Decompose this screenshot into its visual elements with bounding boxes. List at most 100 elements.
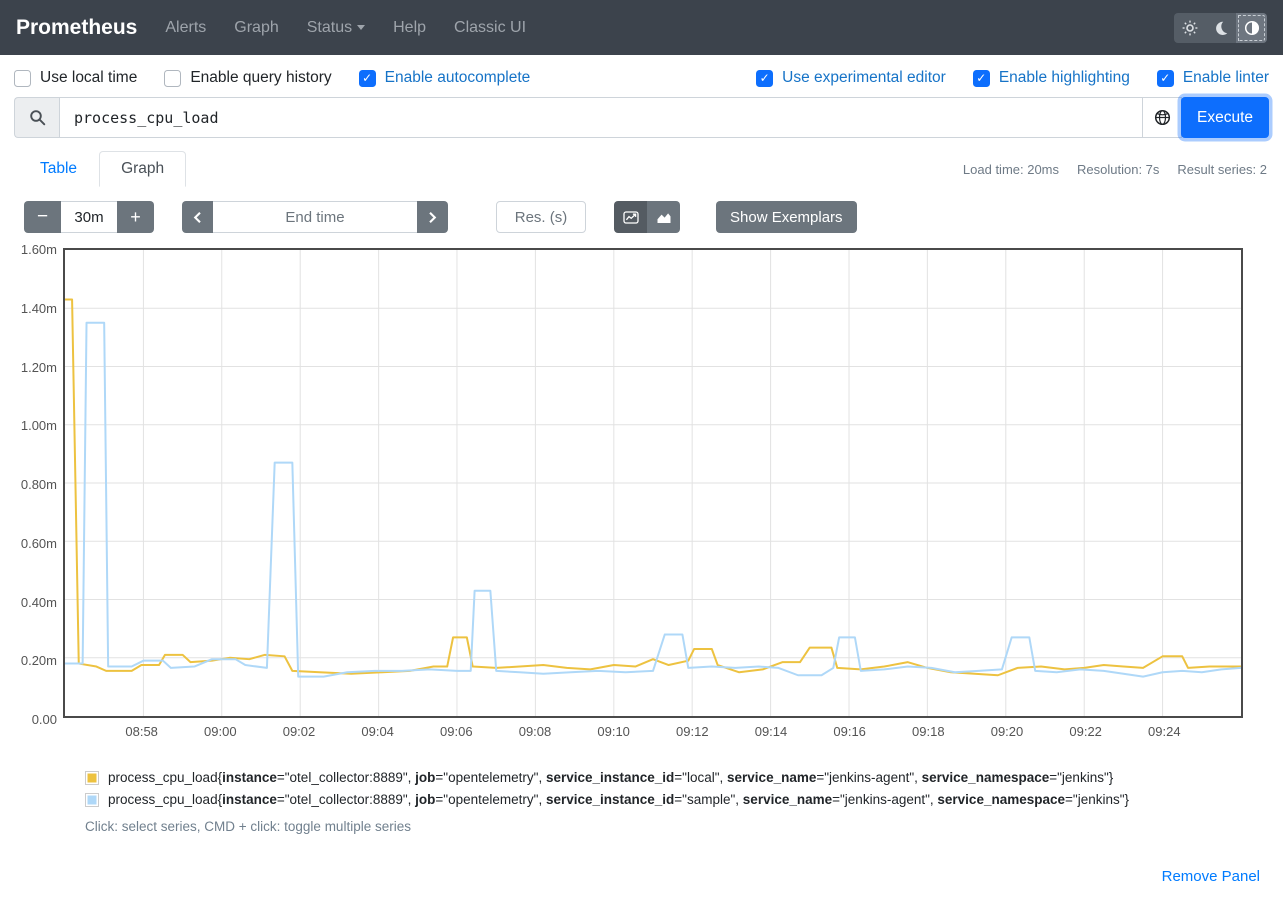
legend: process_cpu_load{instance="otel_collecto… bbox=[85, 770, 1283, 807]
x-tick-label: 09:18 bbox=[912, 724, 945, 739]
nav-links: AlertsGraphStatusHelpClassic UI bbox=[151, 19, 540, 37]
option-label: Enable linter bbox=[1183, 69, 1269, 87]
y-tick-label: 0.40m bbox=[2, 595, 57, 611]
x-tick-label: 09:02 bbox=[283, 724, 316, 739]
legend-series-label: process_cpu_load{instance="otel_collecto… bbox=[108, 770, 1113, 785]
graph-controls: − + Show Exempla bbox=[24, 201, 1283, 233]
legend-swatch-icon bbox=[85, 793, 99, 807]
area-chart-icon bbox=[656, 210, 672, 225]
nav-item-alerts[interactable]: Alerts bbox=[151, 19, 220, 37]
y-tick-label: 0.00 bbox=[2, 712, 57, 728]
option-use-local-time[interactable]: Use local time bbox=[14, 69, 137, 87]
x-tick-label: 09:04 bbox=[361, 724, 394, 739]
line-chart-icon bbox=[623, 210, 639, 225]
option-label: Use experimental editor bbox=[782, 69, 946, 87]
sun-icon bbox=[1182, 20, 1198, 36]
legend-item[interactable]: process_cpu_load{instance="otel_collecto… bbox=[85, 770, 1283, 785]
nav-item-status[interactable]: Status bbox=[293, 19, 379, 37]
end-time-input[interactable] bbox=[213, 201, 417, 233]
options-right: ✓ Use experimental editor ✓Enable highligh… bbox=[729, 69, 1269, 87]
auto-theme-button[interactable] bbox=[1236, 13, 1267, 43]
plot-area[interactable]: 0.000.20m0.40m0.60m0.80m1.00m1.20m1.40m1… bbox=[63, 248, 1243, 718]
end-time-group bbox=[182, 201, 448, 233]
option-use-experimental-editor[interactable]: ✓ Use experimental editor bbox=[756, 69, 946, 87]
legend-swatch-icon bbox=[85, 771, 99, 785]
option-enable-highlighting[interactable]: ✓Enable highlighting bbox=[973, 69, 1130, 87]
light-theme-button[interactable] bbox=[1174, 13, 1205, 43]
y-tick-label: 1.00m bbox=[2, 418, 57, 434]
legend-hint: Click: select series, CMD + click: toggl… bbox=[85, 819, 1283, 834]
dark-theme-button[interactable] bbox=[1205, 13, 1236, 43]
legend-series-label: process_cpu_load{instance="otel_collecto… bbox=[108, 792, 1129, 807]
execute-button[interactable]: Execute bbox=[1181, 97, 1269, 138]
options-bar: Use local timeEnable query history✓Enabl… bbox=[0, 55, 1283, 97]
checkbox-checked[interactable]: ✓ bbox=[756, 70, 773, 87]
x-tick-label: 08:58 bbox=[125, 724, 158, 739]
resolution-input[interactable] bbox=[496, 201, 586, 233]
dropdown-caret-icon bbox=[357, 25, 365, 30]
legend-item[interactable]: process_cpu_load{instance="otel_collecto… bbox=[85, 792, 1283, 807]
y-tick-label: 0.80m bbox=[2, 477, 57, 493]
checkbox-checked[interactable]: ✓ bbox=[973, 70, 990, 87]
x-tick-label: 09:24 bbox=[1148, 724, 1181, 739]
navbar: Prometheus AlertsGraphStatusHelpClassic … bbox=[0, 0, 1283, 55]
chevron-right-icon bbox=[428, 211, 437, 224]
range-input[interactable] bbox=[61, 201, 117, 233]
moon-icon bbox=[1213, 20, 1229, 36]
y-tick-label: 1.20m bbox=[2, 360, 57, 376]
tab-graph[interactable]: Graph bbox=[99, 151, 186, 187]
tab-table[interactable]: Table bbox=[18, 151, 99, 187]
search-addon bbox=[14, 97, 59, 138]
x-tick-label: 09:22 bbox=[1069, 724, 1102, 739]
range-decrease-button[interactable]: − bbox=[24, 201, 61, 233]
stat-item: Load time: 20ms bbox=[963, 162, 1059, 177]
x-axis-labels: 08:5809:0009:0209:0409:0609:0809:1009:12… bbox=[63, 724, 1243, 746]
show-exemplars-button[interactable]: Show Exemplars bbox=[716, 201, 857, 233]
theme-toggle-group bbox=[1174, 13, 1267, 43]
search-icon bbox=[29, 109, 46, 126]
globe-icon bbox=[1154, 109, 1171, 126]
x-tick-label: 09:10 bbox=[597, 724, 630, 739]
option-label: Enable autocomplete bbox=[385, 69, 531, 87]
nav-item-classic-ui[interactable]: Classic UI bbox=[440, 19, 540, 37]
y-tick-label: 1.60m bbox=[2, 242, 57, 258]
stat-item: Result series: 2 bbox=[1177, 162, 1267, 177]
x-tick-label: 09:16 bbox=[833, 724, 866, 739]
app-brand[interactable]: Prometheus bbox=[16, 16, 137, 40]
nav-item-help[interactable]: Help bbox=[379, 19, 440, 37]
x-tick-label: 09:06 bbox=[440, 724, 473, 739]
option-label: Use local time bbox=[40, 69, 137, 87]
range-group: − + bbox=[24, 201, 154, 233]
query-input[interactable] bbox=[59, 97, 1143, 138]
checkbox-checked[interactable]: ✓ bbox=[1157, 70, 1174, 87]
checkbox-checked[interactable]: ✓ bbox=[359, 70, 376, 87]
tabs-zone: Load time: 20msResolution: 7sResult seri… bbox=[0, 151, 1283, 187]
x-tick-label: 09:00 bbox=[204, 724, 237, 739]
chevron-left-icon bbox=[193, 211, 202, 224]
option-enable-autocomplete[interactable]: ✓ Enable autocomplete bbox=[359, 69, 531, 87]
chart-type-group bbox=[614, 201, 680, 233]
option-enable-linter[interactable]: ✓ Enable linter bbox=[1157, 69, 1269, 87]
x-tick-label: 09:14 bbox=[755, 724, 788, 739]
y-tick-label: 0.60m bbox=[2, 536, 57, 552]
circle-half-icon bbox=[1244, 20, 1260, 36]
stacked-chart-button[interactable] bbox=[647, 201, 680, 233]
nav-item-graph[interactable]: Graph bbox=[220, 19, 292, 37]
query-stats: Load time: 20msResolution: 7sResult seri… bbox=[963, 162, 1267, 177]
time-forward-button[interactable] bbox=[417, 201, 448, 233]
line-chart-button[interactable] bbox=[614, 201, 647, 233]
time-back-button[interactable] bbox=[182, 201, 213, 233]
options-left: Use local time Enable query history ✓ Enabl… bbox=[14, 69, 557, 87]
query-bar: Execute bbox=[14, 97, 1269, 138]
remove-panel-link[interactable]: Remove Panel bbox=[1162, 868, 1260, 885]
chart: 0.000.20m0.40m0.60m0.80m1.00m1.20m1.40m1… bbox=[63, 248, 1243, 746]
y-tick-label: 0.20m bbox=[2, 653, 57, 669]
metrics-explorer-button[interactable] bbox=[1143, 97, 1182, 138]
y-tick-label: 1.40m bbox=[2, 301, 57, 317]
option-label: Enable query history bbox=[190, 69, 331, 87]
panel-footer: Remove Panel bbox=[0, 868, 1260, 885]
option-enable-query-history[interactable]: Enable query history bbox=[164, 69, 331, 87]
range-increase-button[interactable]: + bbox=[117, 201, 154, 233]
checkbox-unchecked[interactable] bbox=[14, 70, 31, 87]
checkbox-unchecked[interactable] bbox=[164, 70, 181, 87]
